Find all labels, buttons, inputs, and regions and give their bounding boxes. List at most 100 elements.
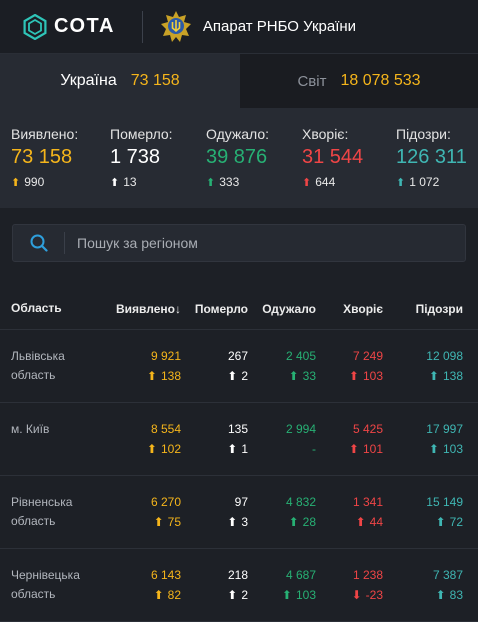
cell-delta: ⬆ 103	[316, 367, 383, 385]
table-row[interactable]: Рівненська область 6 270 ⬆ 75 97 ⬆ 3 4 832…	[0, 476, 478, 549]
rnbo-org-name: Апарат РНБО України	[202, 18, 357, 35]
cell-delta: ⬆ 83	[383, 586, 463, 604]
cell-confirmed: 6 270 ⬆ 75	[100, 493, 181, 548]
delta-value: 102	[160, 442, 181, 456]
arrow-up-icon: ⬆	[428, 369, 439, 383]
cell-value: 1 238	[352, 568, 383, 582]
stat-suspected-label: Підозри:	[396, 126, 451, 142]
region-tabs: Україна 73 158 Світ 18 078 533	[0, 54, 478, 108]
stat-recovered-delta-value: 333	[219, 175, 240, 189]
arrow-up-icon: ⬆	[348, 369, 359, 383]
col-header-suspected[interactable]: Підозри	[383, 302, 463, 316]
cell-value: 2 405	[285, 349, 316, 363]
cell-delta: ⬆ 33	[248, 367, 316, 385]
arrow-up-icon: ⬆	[206, 176, 216, 189]
rnbo-org[interactable]: Апарат РНБО України	[159, 10, 356, 44]
delta-value: 1	[241, 442, 248, 456]
delta-value: 3	[241, 515, 248, 529]
cell-value: 7 249	[352, 349, 383, 363]
cell-value: 7 387	[432, 568, 463, 582]
cell-delta: ⬆ 101	[316, 440, 383, 458]
table-row[interactable]: Львівська область 9 921 ⬆ 138 267 ⬆ 2 2 40…	[0, 330, 478, 403]
cell-value: 97	[234, 495, 248, 509]
app-header: СОТА Апарат РНБО України	[0, 0, 478, 54]
col-header-confirmed[interactable]: Виявлено↓	[100, 302, 181, 316]
stat-suspected-value: 126 311	[396, 146, 467, 168]
cell-delta: ⬆ 75	[100, 513, 181, 531]
cell-delta: ⬆ 28	[248, 513, 316, 531]
cell-delta: ⬆ 72	[383, 513, 463, 531]
col-header-deaths[interactable]: Померло	[181, 302, 248, 316]
cell-delta: ⬆ 2	[181, 367, 248, 385]
cell-delta: ⬆ 1	[181, 440, 248, 458]
region-name-line: область	[11, 368, 56, 382]
arrow-up-icon: ⬆	[153, 515, 164, 529]
stat-deaths-delta-value: 13	[123, 175, 137, 189]
stat-deaths-value: 1 738	[110, 146, 161, 168]
arrow-up-icon: ⬆	[428, 442, 439, 456]
table-row[interactable]: Чернівецька область 6 143 ⬆ 82 218 ⬆ 2 4 6…	[0, 549, 478, 622]
delta-value: 2	[241, 588, 248, 602]
region-name: Львівська область	[0, 347, 100, 402]
tab-world-value: 18 078 533	[340, 72, 421, 89]
search-icon[interactable]	[13, 232, 65, 254]
cell-recovered: 4 687 ⬆ 103	[248, 566, 316, 621]
delta-value: 101	[362, 442, 383, 456]
cell-delta: -	[248, 440, 316, 458]
delta-value: 138	[160, 369, 181, 383]
tab-world[interactable]: Світ 18 078 533	[240, 54, 478, 108]
stat-sick: Хворіє: 31 544 ⬆ 644	[302, 126, 396, 208]
table-row[interactable]: м. Київ 8 554 ⬆ 102 135 ⬆ 1 2 994 - 5 425 …	[0, 403, 478, 476]
col-header-region[interactable]: Область	[0, 299, 100, 318]
cell-delta: ⬆ 138	[100, 367, 181, 385]
rnbo-emblem-icon	[160, 10, 191, 42]
cell-delta: ⬆ 2	[181, 586, 248, 604]
arrow-up-icon: ⬆	[146, 369, 157, 383]
cell-recovered: 4 832 ⬆ 28	[248, 493, 316, 548]
arrow-up-icon: ⬆	[348, 442, 359, 456]
cell-recovered: 2 405 ⬆ 33	[248, 347, 316, 402]
cell-value: 8 554	[150, 422, 181, 436]
cell-sick: 7 249 ⬆ 103	[316, 347, 383, 402]
stat-suspected-delta: ⬆ 1 072	[396, 175, 476, 189]
stat-recovered-value: 39 876	[206, 146, 268, 168]
delta-value: -23	[365, 588, 383, 602]
cell-value: 5 425	[352, 422, 383, 436]
region-name-line: м. Київ	[11, 422, 50, 436]
region-name-line: Львівська	[11, 349, 65, 363]
delta-value: 103	[362, 369, 383, 383]
arrow-up-icon: ⬆	[435, 588, 446, 602]
region-name-line: область	[11, 587, 56, 601]
tab-world-label: Світ	[297, 72, 327, 90]
arrow-up-icon: ⬆	[146, 442, 157, 456]
tab-ukraine-label: Україна	[60, 72, 117, 89]
delta-value: 138	[442, 369, 463, 383]
stat-confirmed-label: Виявлено:	[11, 126, 79, 142]
table-header: Область Виявлено↓ Померло Одужало Хворіє…	[0, 288, 478, 330]
cell-suspected: 7 387 ⬆ 83	[383, 566, 463, 621]
cell-sick: 1 238 ⬇ -23	[316, 566, 383, 621]
stat-deaths-delta: ⬆ 13	[110, 175, 206, 189]
cell-value: 2 994	[285, 422, 316, 436]
delta-value: 75	[167, 515, 181, 529]
tab-ukraine-value: 73 158	[130, 72, 180, 89]
cell-deaths: 267 ⬆ 2	[181, 347, 248, 402]
search-input[interactable]	[65, 235, 465, 251]
cell-delta: ⬆ 102	[100, 440, 181, 458]
header-divider	[141, 10, 143, 43]
col-header-recovered[interactable]: Одужало	[248, 302, 316, 316]
cell-value: 17 997	[426, 422, 463, 436]
delta-value: 103	[442, 442, 463, 456]
search-icon-svg	[30, 234, 48, 252]
tab-ukraine[interactable]: Україна 73 158	[0, 54, 240, 108]
col-header-sick[interactable]: Хворіє	[316, 302, 383, 316]
sota-logo[interactable]: СОТА	[22, 13, 115, 40]
delta-value: 28	[302, 515, 316, 529]
arrow-up-icon: ⬆	[288, 515, 299, 529]
region-name-line: область	[11, 514, 56, 528]
stat-confirmed: Виявлено: 73 158 ⬆ 990	[11, 126, 110, 208]
arrow-up-icon: ⬆	[227, 442, 238, 456]
regions-table: Область Виявлено↓ Померло Одужало Хворіє…	[0, 288, 478, 622]
cell-suspected: 17 997 ⬆ 103	[383, 420, 463, 475]
cell-confirmed: 8 554 ⬆ 102	[100, 420, 181, 475]
